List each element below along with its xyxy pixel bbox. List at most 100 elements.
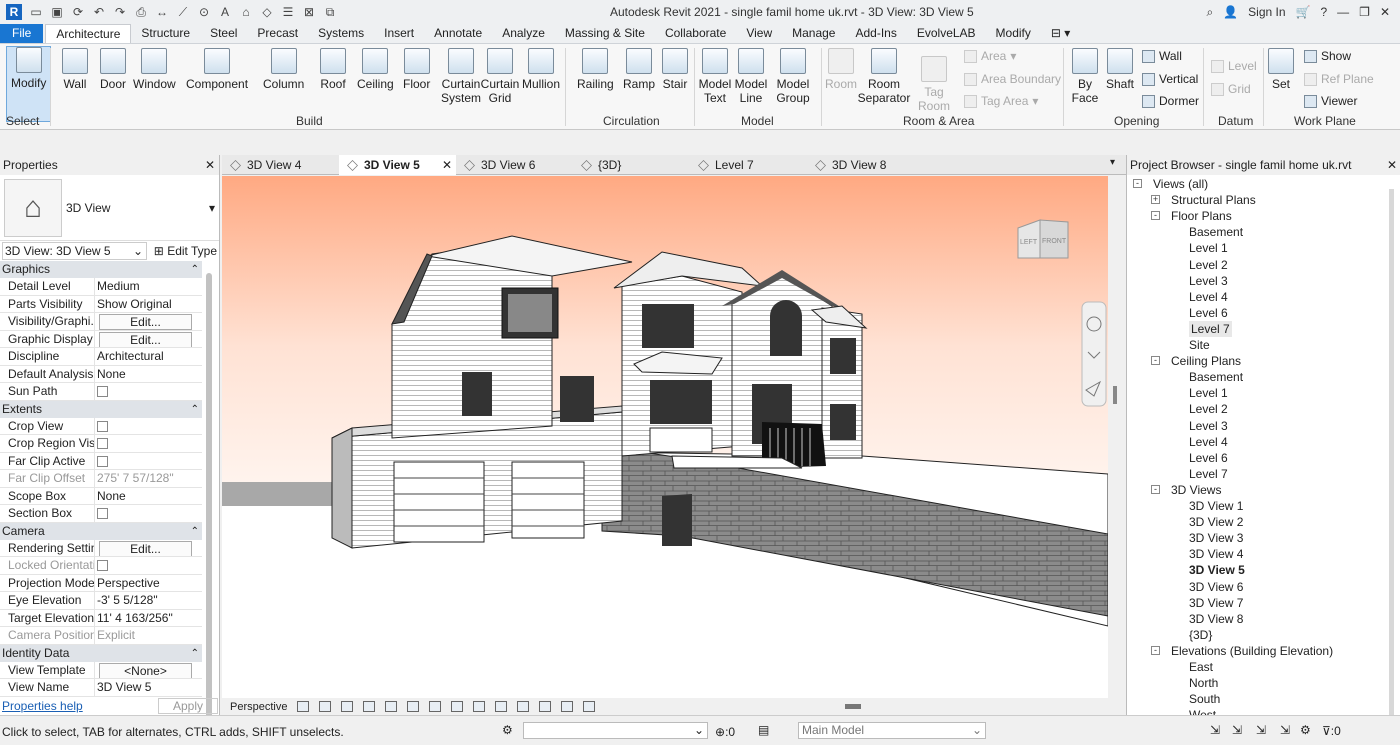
browser-item[interactable]: 3D View 2 bbox=[1189, 514, 1243, 530]
category-header[interactable]: Graphics bbox=[0, 261, 202, 278]
workset-dropdown[interactable]: ⌄ bbox=[523, 722, 708, 739]
browser-item[interactable]: Level 6 bbox=[1189, 450, 1228, 466]
measure-icon[interactable]: ↔ bbox=[155, 5, 169, 19]
browser-item[interactable]: Level 4 bbox=[1189, 434, 1228, 450]
browser-item[interactable]: 3D Views bbox=[1171, 482, 1221, 498]
3d-viewport[interactable]: LEFT FRONT bbox=[222, 176, 1108, 698]
column-button[interactable]: Column bbox=[263, 48, 304, 91]
property-value-text[interactable]: Explicit bbox=[97, 627, 202, 644]
cart-icon[interactable]: 🛒 bbox=[1296, 5, 1311, 19]
projection-mode-label[interactable]: Perspective bbox=[230, 701, 287, 713]
ref-plane-button[interactable]: Ref Plane bbox=[1304, 72, 1374, 86]
select-pinned-icon[interactable]: ⇲ bbox=[1256, 723, 1266, 737]
property-value-text[interactable]: None bbox=[97, 366, 202, 383]
curtain-system-button[interactable]: Curtain System bbox=[441, 48, 481, 105]
category-header[interactable]: Camera bbox=[0, 522, 202, 540]
crop-view-icon[interactable] bbox=[429, 701, 442, 712]
tag-room-button[interactable]: Tag Room bbox=[918, 56, 950, 113]
drag-elements-icon[interactable]: ⚙ bbox=[1300, 723, 1311, 737]
tabs-dropdown-icon[interactable]: ▾ bbox=[1110, 157, 1115, 168]
browser-item[interactable]: West bbox=[1189, 707, 1216, 715]
property-value-text[interactable]: 275' 7 57/128" bbox=[97, 470, 202, 487]
viewer-button[interactable]: Viewer bbox=[1304, 94, 1357, 108]
show-workplane-button[interactable]: Show bbox=[1304, 49, 1351, 63]
collapse-icon[interactable]: - bbox=[1151, 484, 1160, 494]
shaft-button[interactable]: Shaft bbox=[1106, 48, 1134, 91]
ceiling-button[interactable]: Ceiling bbox=[357, 48, 394, 91]
property-value-text[interactable]: 11' 4 163/256" bbox=[97, 610, 202, 627]
property-checkbox[interactable] bbox=[97, 560, 108, 571]
chevron-down-icon[interactable]: ▾ bbox=[209, 201, 215, 215]
mullion-button[interactable]: Mullion bbox=[522, 48, 560, 91]
browser-item[interactable]: North bbox=[1189, 675, 1218, 691]
dimension-icon[interactable]: ⟋ bbox=[176, 5, 190, 19]
property-checkbox[interactable] bbox=[97, 438, 108, 449]
window-button[interactable]: Window bbox=[133, 48, 176, 91]
property-edit-button[interactable]: Edit... bbox=[99, 540, 192, 556]
dormer-button[interactable]: Dormer bbox=[1142, 94, 1199, 108]
property-checkbox[interactable] bbox=[97, 455, 108, 467]
render-icon[interactable] bbox=[407, 701, 420, 712]
tab-add-ins[interactable]: Add-Ins bbox=[845, 24, 906, 43]
stair-button[interactable]: Stair bbox=[662, 48, 688, 91]
viewcube-left-label[interactable]: LEFT bbox=[1020, 239, 1038, 246]
select-by-face-icon[interactable]: ⇲ bbox=[1280, 723, 1290, 737]
tab-structure[interactable]: Structure bbox=[131, 24, 200, 43]
tab-evolvelab[interactable]: EvolveLAB bbox=[907, 24, 986, 43]
search-icon[interactable]: ⌕ bbox=[1206, 5, 1213, 20]
viewcube-front-label[interactable]: FRONT bbox=[1042, 238, 1067, 245]
worksets-icon[interactable]: ⚙ bbox=[502, 723, 513, 737]
browser-item[interactable]: Level 7 bbox=[1189, 466, 1228, 482]
ramp-button[interactable]: Ramp bbox=[623, 48, 655, 91]
browser-item[interactable]: Basement bbox=[1189, 224, 1243, 240]
browser-item[interactable]: Views (all) bbox=[1153, 176, 1208, 192]
tab-architecture[interactable]: Architecture bbox=[45, 24, 132, 43]
revit-logo-icon[interactable]: R bbox=[6, 4, 22, 20]
analytical-model-icon[interactable] bbox=[539, 701, 552, 712]
tab-annotate[interactable]: Annotate bbox=[424, 24, 492, 43]
apply-button[interactable]: Apply bbox=[158, 698, 218, 714]
browser-item[interactable]: South bbox=[1189, 691, 1220, 707]
browser-item[interactable]: Level 3 bbox=[1189, 418, 1228, 434]
view-tab[interactable]: Level 7 bbox=[690, 155, 807, 175]
view-tab[interactable]: 3D View 6 bbox=[456, 155, 573, 175]
tag-area-button[interactable]: Tag Area ▾ bbox=[964, 94, 1038, 108]
curtain-grid-button[interactable]: Curtain Grid bbox=[481, 48, 519, 105]
category-header[interactable]: Extents bbox=[0, 400, 202, 418]
property-checkbox[interactable] bbox=[97, 420, 108, 432]
property-edit-button[interactable]: <None> bbox=[99, 662, 192, 678]
browser-item[interactable]: 3D View 5 bbox=[1189, 562, 1245, 578]
ribbon-minimize-icon[interactable]: ⊟ ▾ bbox=[1041, 24, 1080, 43]
browser-item[interactable]: Level 4 bbox=[1189, 289, 1228, 305]
lock-view-icon[interactable] bbox=[473, 701, 486, 712]
expand-icon[interactable]: + bbox=[1151, 195, 1160, 205]
redo-icon[interactable]: ↷ bbox=[113, 5, 127, 19]
close-button[interactable]: ✕ bbox=[1380, 5, 1390, 19]
tab-steel[interactable]: Steel bbox=[200, 24, 247, 43]
close-tab-icon[interactable]: ✕ bbox=[442, 155, 452, 175]
collapse-icon[interactable]: - bbox=[1133, 179, 1142, 188]
roof-button[interactable]: Roof bbox=[320, 48, 346, 91]
browser-scrollbar[interactable] bbox=[1389, 189, 1394, 715]
property-value-text[interactable]: None bbox=[97, 488, 202, 505]
tab-manage[interactable]: Manage bbox=[782, 24, 845, 43]
browser-item[interactable]: 3D View 1 bbox=[1189, 498, 1243, 514]
select-underlay-icon[interactable]: ⇲ bbox=[1232, 723, 1242, 737]
reveal-constraints-icon[interactable] bbox=[583, 701, 596, 712]
by-face-button[interactable]: By Face bbox=[1071, 48, 1099, 105]
temporary-hide-icon[interactable] bbox=[495, 701, 508, 712]
visual-style-icon[interactable] bbox=[341, 701, 354, 712]
model-text-button[interactable]: Model Text bbox=[698, 48, 732, 105]
viewport-scrollbar[interactable] bbox=[1108, 176, 1126, 698]
browser-item[interactable]: 3D View 7 bbox=[1189, 595, 1243, 611]
railing-button[interactable]: Railing bbox=[577, 48, 614, 91]
select-links-icon[interactable]: ⇲ bbox=[1210, 723, 1220, 737]
detail-level-icon[interactable] bbox=[319, 701, 332, 712]
browser-item[interactable]: 3D View 6 bbox=[1189, 579, 1243, 595]
tab-insert[interactable]: Insert bbox=[374, 24, 424, 43]
undo-icon[interactable]: ↶ bbox=[92, 5, 106, 19]
category-header[interactable]: Identity Data bbox=[0, 644, 202, 662]
text-icon[interactable]: A bbox=[218, 5, 232, 19]
sun-path-icon[interactable] bbox=[363, 701, 376, 712]
vertical-opening-button[interactable]: Vertical bbox=[1142, 72, 1198, 86]
